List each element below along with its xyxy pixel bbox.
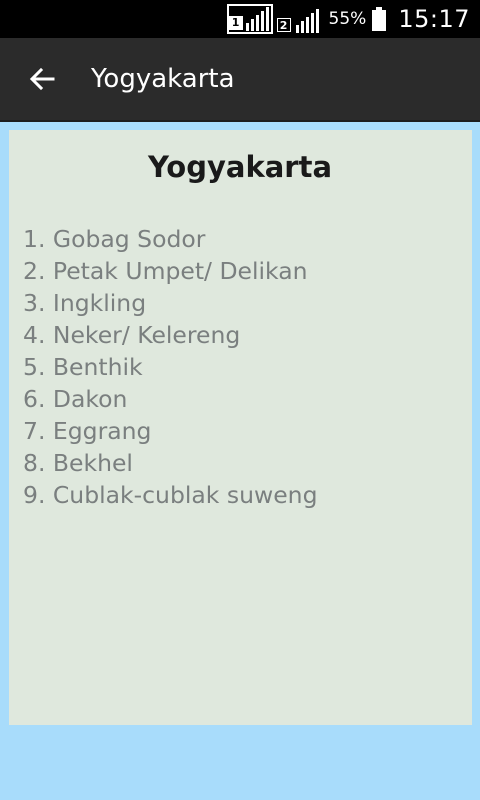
sim1-label: 1	[228, 16, 243, 30]
app-bar-title: Yogyakarta	[91, 64, 235, 94]
list-item: 8. Bekhel	[23, 449, 133, 477]
sim2-label: 2	[276, 18, 291, 32]
list-item: 6. Dakon	[23, 385, 128, 413]
status-bar: 1 2 55% 15:17	[0, 0, 480, 38]
list-item: 2. Petak Umpet/ Delikan	[23, 257, 308, 285]
battery-percent: 55%	[328, 9, 367, 29]
list-item: 3. Ingkling	[23, 289, 147, 317]
app-bar: Yogyakarta	[0, 38, 480, 122]
back-button[interactable]	[22, 59, 62, 99]
list-item: 4. Neker/ Kelereng	[23, 321, 241, 349]
list-item: 1. Gobag Sodor	[23, 225, 206, 253]
sim2-signal-icon: 2	[276, 4, 319, 34]
battery-icon	[372, 7, 387, 31]
status-clock: 15:17	[398, 5, 470, 33]
games-list: 1. Gobag Sodor 2. Petak Umpet/ Delikan 3…	[23, 223, 318, 511]
page-heading: Yogyakarta	[147, 150, 333, 184]
sim1-signal-icon: 1	[226, 4, 273, 34]
list-item: 7. Eggrang	[23, 417, 152, 445]
list-item: 9. Cublak-cublak suweng	[23, 481, 318, 509]
list-item: 5. Benthik	[23, 353, 143, 381]
arrow-left-icon	[29, 67, 55, 91]
